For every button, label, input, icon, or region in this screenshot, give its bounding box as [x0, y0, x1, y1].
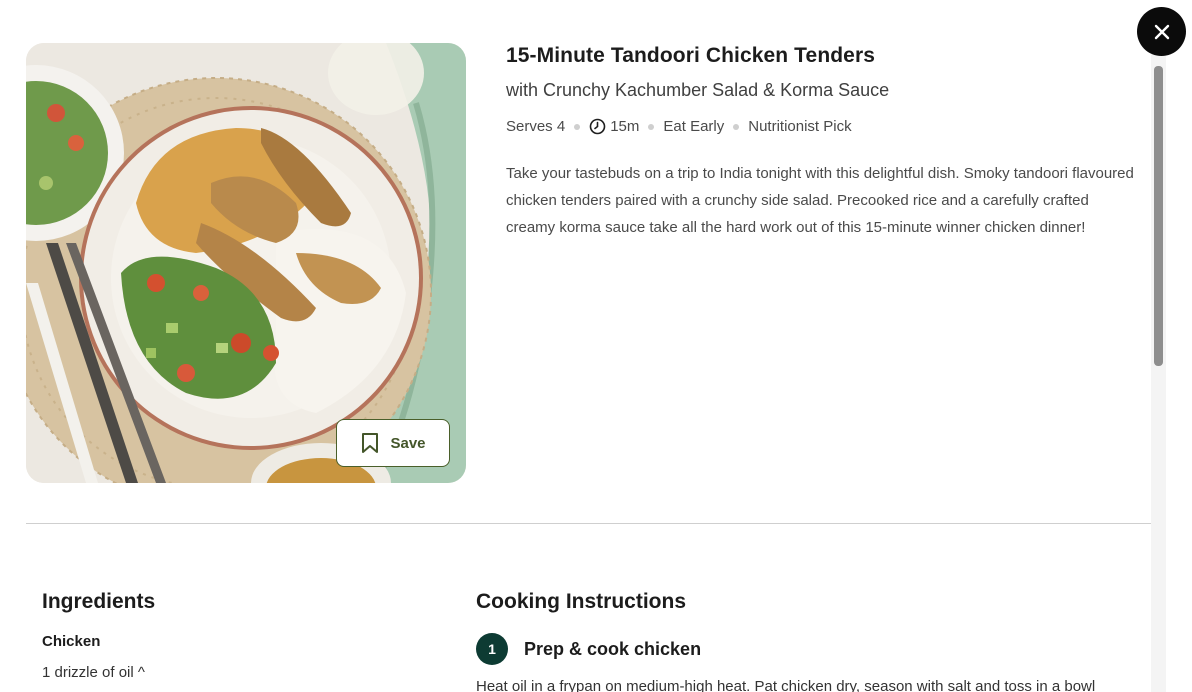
separator-dot [648, 123, 655, 130]
scrollbar-thumb[interactable] [1154, 66, 1163, 366]
separator-dot [733, 123, 740, 130]
close-icon [1154, 24, 1169, 39]
cook-time-label: 15m [610, 118, 640, 135]
recipe-subtitle: with Crunchy Kachumber Salad & Korma Sau… [506, 80, 890, 100]
save-button[interactable]: Save [336, 419, 450, 467]
recipe-title: 15-Minute Tandoori Chicken Tenders [506, 44, 876, 67]
recipe-description: Take your tastebuds on a trip to India t… [506, 165, 1134, 236]
ingredient-item: 1 drizzle of oil ^ [42, 664, 145, 681]
cook-time: 15m [589, 118, 639, 135]
bookmark-icon [362, 433, 379, 453]
close-button[interactable] [1137, 7, 1186, 56]
ingredients-heading: Ingredients [42, 590, 156, 613]
section-divider [26, 523, 1151, 524]
recipe-image: Save [26, 43, 466, 483]
ingredient-group-title: Chicken [42, 633, 101, 650]
step-number-badge: 1 [476, 633, 508, 665]
separator-dot [574, 123, 581, 130]
tag-nutritionist-pick: Nutritionist Pick [748, 118, 852, 135]
clock-icon [589, 118, 606, 135]
recipe-meta: Serves 4 15m Eat Early Nutritionist Pick [506, 118, 852, 135]
recipe-photo [26, 43, 466, 483]
step-text: Heat oil in a frypan on medium-high heat… [476, 678, 1096, 692]
serves-label: Serves 4 [506, 118, 566, 135]
recipe-modal: Save 15-Minute Tandoori Chicken Tenders … [0, 0, 1166, 692]
tag-eat-early: Eat Early [663, 118, 725, 135]
step-title: Prep & cook chicken [524, 639, 702, 659]
instructions-heading: Cooking Instructions [476, 590, 686, 613]
save-label: Save [390, 434, 426, 452]
